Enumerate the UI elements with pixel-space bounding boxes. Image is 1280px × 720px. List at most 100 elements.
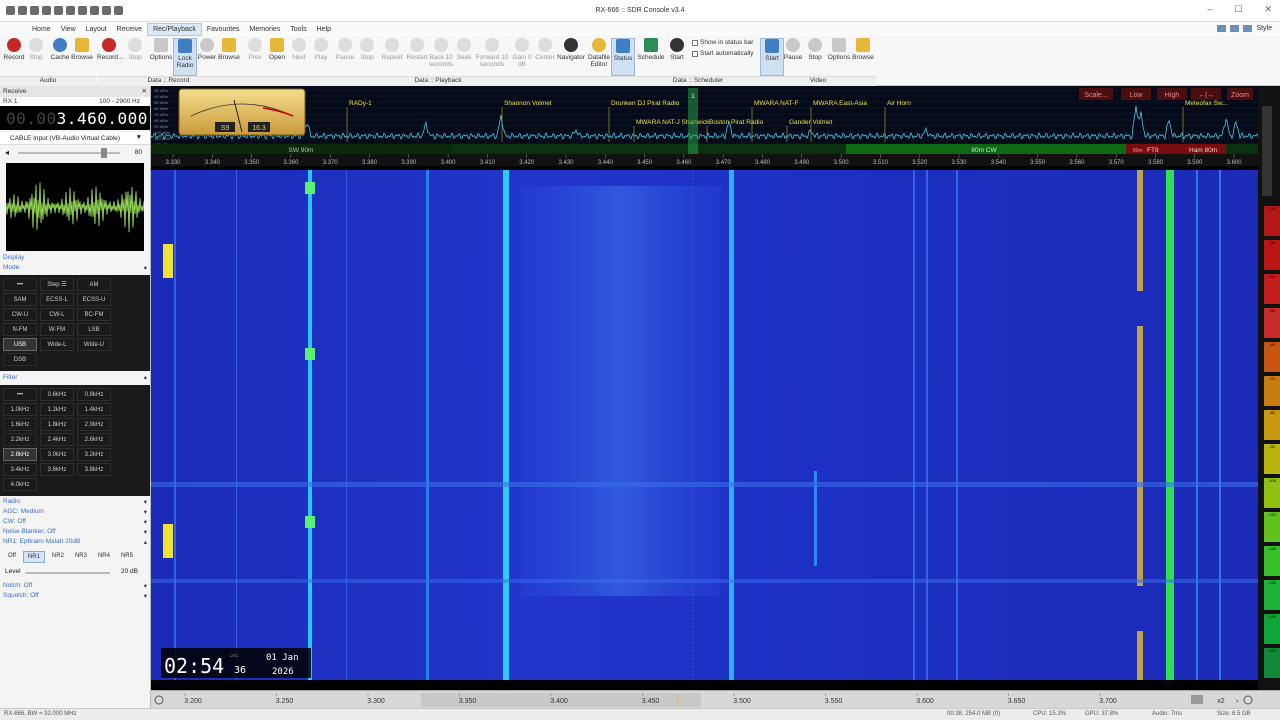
noise-reduction-setting[interactable]: NR1: Ephraim Malah 20dB ▴ xyxy=(0,538,150,548)
collapse-icon[interactable]: ▴ xyxy=(144,373,147,381)
mode-button[interactable]: DSB xyxy=(3,353,37,366)
scheduler-start-button[interactable]: Start xyxy=(665,38,689,61)
nr-button[interactable]: NR3 xyxy=(71,551,91,563)
station-label[interactable]: Air Horn xyxy=(887,100,911,107)
minimize-icon[interactable]: – xyxy=(1207,4,1212,15)
filter-button[interactable]: 0.6kHz xyxy=(40,388,74,401)
center-button[interactable]: Center xyxy=(533,38,557,61)
data-options-button[interactable]: Options xyxy=(149,38,173,61)
menu-rec-playback[interactable]: Rec/Playback xyxy=(147,22,202,36)
filter-button[interactable]: 3.6kHz xyxy=(40,463,74,476)
prev-button[interactable]: Prev xyxy=(243,38,267,61)
mode-section-header[interactable]: Mode ▴ xyxy=(0,263,150,273)
menu-memories[interactable]: Memories xyxy=(245,24,286,35)
filter-button[interactable]: 2.8kHz xyxy=(3,448,37,461)
station-label[interactable]: MWARA NAT-J Shanwick xyxy=(636,119,710,126)
input-source-select[interactable]: CABLE Input (VB-Audio Virtual Cable) ▼ xyxy=(0,132,150,145)
filter-button[interactable]: 2.0kHz xyxy=(77,418,111,431)
mode-button[interactable]: LSB xyxy=(77,323,111,336)
menu-layout[interactable]: Layout xyxy=(81,24,112,35)
filter-button[interactable]: 1.8kHz xyxy=(40,418,74,431)
next-button[interactable]: Next xyxy=(287,38,311,61)
frequency-display[interactable]: 00.003.460.000 xyxy=(0,106,150,130)
mode-button[interactable]: N-FM xyxy=(3,323,37,336)
back-10-button[interactable]: Back 10 seconds xyxy=(428,38,454,68)
filter-button[interactable]: ••• xyxy=(3,388,37,401)
volume-thumb[interactable] xyxy=(101,148,107,158)
video-pause-button[interactable]: Pause xyxy=(781,38,805,61)
volume-slider[interactable]: ◂ 80 xyxy=(0,145,150,161)
station-label[interactable]: Shannon Volmet xyxy=(504,100,552,107)
collapse-icon[interactable]: ▴ xyxy=(144,263,147,271)
forward-10-button[interactable]: Forward 10 seconds xyxy=(475,38,509,68)
datafile-editor-button[interactable]: Datafile Editor xyxy=(585,38,613,68)
video-options-button[interactable]: Options xyxy=(826,38,852,61)
menu-favourites[interactable]: Favourites xyxy=(202,24,245,35)
start-automatically-checkbox[interactable]: Start automatically xyxy=(692,50,753,57)
data-record-button[interactable]: Record... xyxy=(97,38,123,61)
status-button[interactable]: Status xyxy=(611,38,635,76)
radio-section-header[interactable]: Radio ▾ xyxy=(0,498,150,508)
filter-button[interactable]: 4.0kHz xyxy=(3,478,37,491)
cw-setting[interactable]: CW: Off ▾ xyxy=(0,518,150,528)
station-label[interactable]: Gander Volmet xyxy=(789,119,833,126)
station-label[interactable]: MWARA East-Asia xyxy=(813,100,867,107)
mode-button[interactable]: CW-U xyxy=(3,308,37,321)
level-scale-bar[interactable]: -20 -30 -40 -50 -60 -70 -80 -90 -100 -110 -120 -130… xyxy=(1258,86,1280,690)
spectrum-waterfall-area[interactable]: -30 dBm -40 dBm -50 dBm -60 dBm -70 dBm -80 d… xyxy=(151,86,1258,690)
nr-button[interactable]: NR1 xyxy=(22,551,45,563)
navigator-button[interactable]: Navigator xyxy=(556,38,586,61)
frequency-scale[interactable] xyxy=(151,154,1258,166)
restart-button[interactable]: Restart xyxy=(405,38,429,61)
overview-bar[interactable]: 3.200 3.250 3.300 3.350 3.400 3.450 3.500 3.550… xyxy=(151,690,1280,709)
seek-button[interactable]: Seek xyxy=(452,38,476,61)
squelch-setting[interactable]: Squelch: Off ▾ xyxy=(0,592,150,602)
filter-button[interactable]: 3.0kHz xyxy=(40,448,74,461)
mode-button[interactable]: USB xyxy=(3,338,37,351)
repeat-button[interactable]: Repeat xyxy=(380,38,404,61)
nr-button[interactable]: Off xyxy=(4,551,20,563)
filter-button[interactable]: 3.2kHz xyxy=(77,448,111,461)
nr-button[interactable]: NR4 xyxy=(94,551,114,563)
mode-button[interactable]: ••• xyxy=(3,278,37,291)
menu-home[interactable]: Home xyxy=(27,24,56,35)
style-menu[interactable]: Style xyxy=(1217,25,1272,32)
mode-button[interactable]: Step ☰ xyxy=(40,278,74,291)
filter-button[interactable]: 3.8kHz xyxy=(77,463,111,476)
audio-browse-button[interactable]: Browse xyxy=(70,38,94,61)
show-in-status-bar-checkbox[interactable]: Show in status bar xyxy=(692,39,753,46)
gain-button[interactable]: Gain 0 dB xyxy=(510,38,534,68)
filter-button[interactable]: 1.2kHz xyxy=(40,403,74,416)
mode-button[interactable]: AM xyxy=(77,278,111,291)
level-slider-track[interactable] xyxy=(1262,106,1272,196)
station-label[interactable]: Drunken DJ Pirat Radio xyxy=(611,100,680,107)
mode-button[interactable]: Wide-L xyxy=(40,338,74,351)
mode-button[interactable]: W-FM xyxy=(40,323,74,336)
filter-button[interactable]: 2.6kHz xyxy=(77,433,111,446)
nr-level-slider[interactable]: Level 20 dB xyxy=(0,566,150,578)
filter-button[interactable]: 2.4kHz xyxy=(40,433,74,446)
station-label[interactable]: Meteofax Sw... xyxy=(1185,100,1228,107)
data-stop-button[interactable]: Stop xyxy=(123,38,147,61)
filter-section-header[interactable]: Filter ▴ xyxy=(0,373,150,383)
expand-icon[interactable]: ▾ xyxy=(144,498,147,506)
filter-button[interactable]: 1.6kHz xyxy=(3,418,37,431)
play-button[interactable]: Play xyxy=(309,38,333,61)
power-button[interactable]: Power xyxy=(195,38,219,61)
mode-button[interactable]: ECSS-U xyxy=(77,293,111,306)
open-button[interactable]: Open xyxy=(265,38,289,61)
close-icon[interactable]: ✕ xyxy=(142,87,147,95)
station-label[interactable]: RADy-1 xyxy=(349,100,372,107)
mode-button[interactable]: Wide-U xyxy=(77,338,111,351)
mode-button[interactable]: BC-FM xyxy=(77,308,111,321)
lock-radio-button[interactable]: Lock Radio xyxy=(173,38,197,76)
mode-button[interactable]: ECSS-L xyxy=(40,293,74,306)
cache-button[interactable]: Cache xyxy=(48,38,72,61)
menu-help[interactable]: Help xyxy=(312,24,336,35)
playback-stop-button[interactable]: Stop xyxy=(355,38,379,61)
noise-blanker-setting[interactable]: Noise Blanker: Off ▾ xyxy=(0,528,150,538)
video-stop-button[interactable]: Stop xyxy=(803,38,827,61)
filter-button[interactable]: 1.0kHz xyxy=(3,403,37,416)
maximize-icon[interactable]: ☐ xyxy=(1234,4,1242,15)
notch-setting[interactable]: Notch: Off ▾ xyxy=(0,582,150,592)
